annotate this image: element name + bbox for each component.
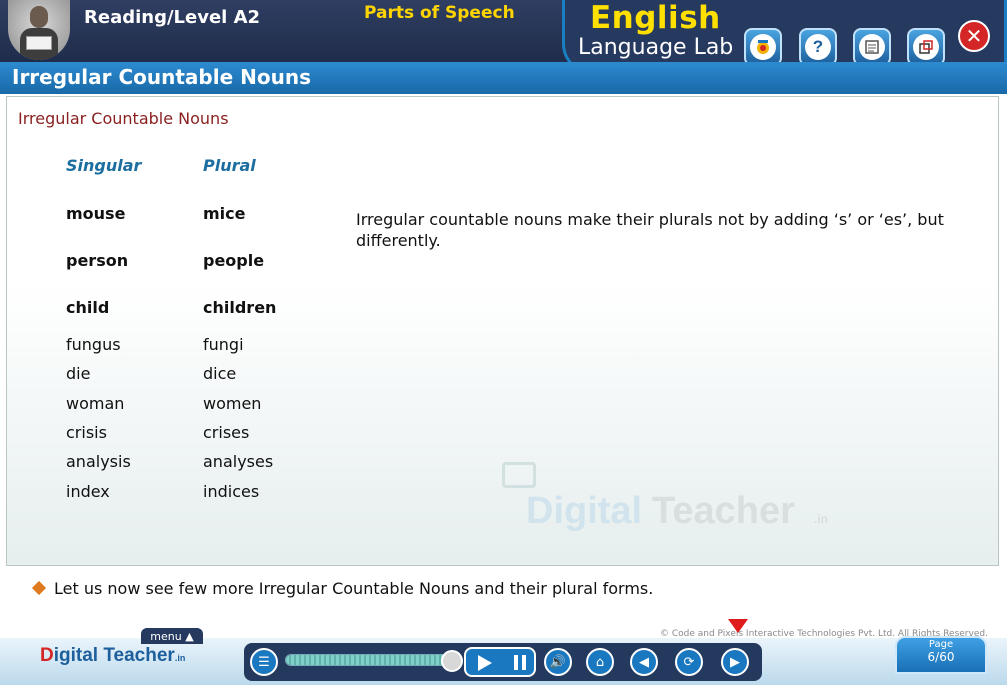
singular-word: analysis	[66, 452, 131, 471]
help-icon: ?	[805, 34, 831, 60]
glossary-icon	[750, 34, 776, 60]
diamond-bullet-icon	[31, 580, 47, 596]
content-frame	[6, 96, 999, 566]
brand-language-lab: Language Lab	[578, 35, 734, 60]
plural-word: indices	[203, 482, 260, 501]
plural-word: crises	[203, 423, 250, 442]
progress-handle[interactable]	[441, 650, 463, 672]
singular-word: die	[66, 364, 91, 383]
plural-header: Plural	[203, 156, 256, 175]
window-icon	[913, 34, 939, 60]
content-subtitle: Irregular Countable Nouns	[18, 109, 229, 128]
help-button[interactable]: ?	[799, 28, 837, 66]
digital-teacher-logo: Digital Teacher.in	[40, 645, 186, 666]
back-icon: ◀	[639, 654, 649, 670]
list-icon: ☰	[258, 654, 270, 670]
notes-button[interactable]	[853, 28, 891, 66]
glossary-button[interactable]	[744, 28, 782, 66]
singular-word: crisis	[66, 423, 107, 442]
chapters-button[interactable]: ☰	[250, 648, 278, 676]
next-indicator-arrow-icon	[728, 619, 748, 633]
singular-word: woman	[66, 394, 125, 413]
singular-header: Singular	[66, 156, 142, 175]
play-icon[interactable]	[478, 655, 492, 671]
plural-word: women	[203, 394, 262, 413]
plural-word: dice	[203, 364, 237, 383]
section-title: Irregular Countable Nouns	[12, 65, 311, 89]
previous-button[interactable]: ◀	[630, 648, 658, 676]
replay-button[interactable]: ⟳	[675, 648, 703, 676]
progress-bar[interactable]	[285, 654, 453, 666]
plural-word: mice	[203, 204, 246, 223]
note-text: Let us now see few more Irregular Counta…	[54, 579, 654, 598]
menu-button[interactable]: menu ▲	[141, 628, 203, 644]
speaker-icon: 🔊	[549, 654, 567, 670]
singular-word: child	[66, 298, 110, 317]
home-icon: ⌂	[595, 654, 605, 670]
graduation-cap-icon	[502, 462, 536, 488]
plural-word: people	[203, 251, 265, 270]
section-header: Irregular Countable Nouns	[0, 62, 1007, 94]
forward-icon: ▶	[730, 654, 740, 670]
reader-avatar	[8, 0, 70, 60]
notes-icon	[859, 34, 885, 60]
home-button[interactable]: ⌂	[586, 648, 614, 676]
refresh-icon: ⟳	[683, 654, 695, 670]
bottom-note: Let us now see few more Irregular Counta…	[31, 579, 654, 598]
description-text: Irregular countable nouns make their plu…	[356, 210, 944, 250]
close-button[interactable]: ✕	[958, 20, 990, 52]
window-button[interactable]	[907, 28, 945, 66]
level-title: Reading/Level A2	[84, 7, 261, 28]
progress-fill	[286, 655, 449, 665]
singular-word: person	[66, 251, 129, 270]
pause-icon[interactable]	[514, 655, 526, 670]
next-button[interactable]: ▶	[721, 648, 749, 676]
singular-word: mouse	[66, 204, 126, 223]
subject-title: Parts of Speech	[364, 3, 515, 23]
page-indicator: Page 6/60	[895, 636, 987, 674]
plural-word: children	[203, 298, 277, 317]
brand-english: English	[590, 0, 721, 36]
page-number: 6/60	[927, 650, 955, 664]
chevron-up-icon: ▲	[185, 629, 194, 643]
plural-word: fungi	[203, 335, 244, 354]
play-pause-group	[464, 647, 536, 677]
singular-word: index	[66, 482, 110, 501]
singular-word: fungus	[66, 335, 121, 354]
volume-button[interactable]: 🔊	[544, 648, 572, 676]
plural-word: analyses	[203, 452, 274, 471]
